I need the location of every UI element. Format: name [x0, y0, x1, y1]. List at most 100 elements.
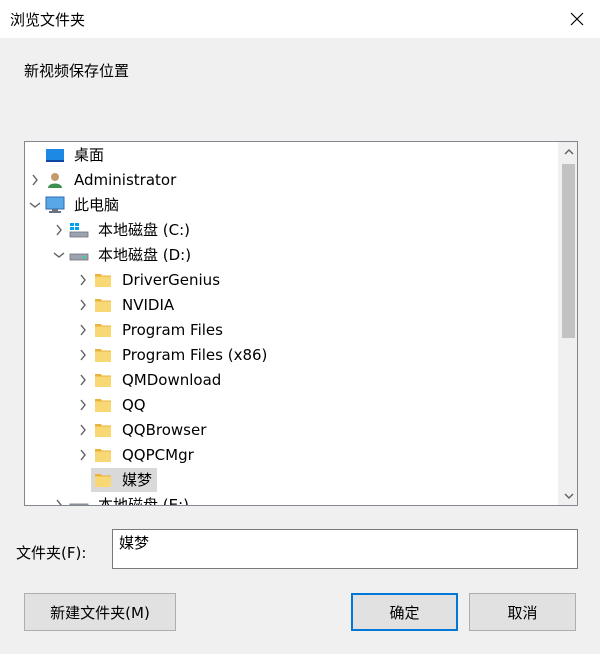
chevron-down-icon	[29, 201, 41, 208]
folder-icon	[93, 396, 113, 414]
tree-item[interactable]: NVIDIA	[25, 292, 558, 317]
tree-item-content: QQBrowser	[91, 418, 211, 442]
tree-item-label: Administrator	[74, 170, 177, 189]
tree-item-label: Program Files (x86)	[122, 345, 268, 364]
chevron-right-icon	[80, 399, 86, 410]
expander-toggle[interactable]	[51, 497, 67, 505]
computer-icon	[45, 196, 65, 214]
chevron-down-icon	[564, 493, 573, 499]
folder-icon	[93, 321, 113, 339]
browse-folder-dialog: 浏览文件夹 新视频保存位置 桌面 Administrator 此电脑本地磁盘 (C:…	[0, 0, 600, 654]
expander-toggle[interactable]	[75, 372, 91, 388]
chevron-right-icon	[80, 449, 86, 460]
expander-toggle[interactable]	[75, 397, 91, 413]
folder-name-input[interactable]: 媒梦	[112, 529, 578, 569]
tree-item-content: QMDownload	[91, 368, 226, 392]
chevron-right-icon	[80, 324, 86, 335]
cancel-button[interactable]: 取消	[469, 593, 576, 631]
tree-item[interactable]: 本地磁盘 (C:)	[25, 217, 558, 242]
folder-icon	[93, 271, 113, 289]
tree-item[interactable]: 此电脑	[25, 192, 558, 217]
chevron-right-icon	[56, 499, 62, 505]
tree-item[interactable]: 本地磁盘 (E:)	[25, 492, 558, 505]
folder-icon	[93, 296, 113, 314]
expander-toggle[interactable]	[75, 297, 91, 313]
ok-button[interactable]: 确定	[351, 593, 458, 631]
title-bar: 浏览文件夹	[0, 0, 600, 38]
tree-item-label: 媒梦	[122, 471, 153, 489]
chevron-right-icon	[32, 174, 38, 185]
tree-item[interactable]: DriverGenius	[25, 267, 558, 292]
expander-toggle[interactable]	[75, 322, 91, 338]
tree-item-label: 本地磁盘 (C:)	[98, 221, 190, 239]
scroll-thumb[interactable]	[562, 164, 575, 338]
expander-toggle[interactable]	[27, 172, 43, 188]
window-title: 浏览文件夹	[10, 11, 86, 29]
folder-icon	[93, 421, 113, 439]
dialog-prompt: 新视频保存位置	[24, 62, 130, 80]
tree-item[interactable]: Program Files	[25, 317, 558, 342]
tree-item-content: 此电脑	[43, 193, 124, 217]
tree-item-content: 桌面	[43, 143, 109, 167]
folder-icon	[93, 371, 113, 389]
tree-item-content: DriverGenius	[91, 268, 225, 292]
tree-item-content: NVIDIA	[91, 293, 179, 317]
tree-item-content: 本地磁盘 (C:)	[67, 218, 195, 242]
scroll-down-button[interactable]	[559, 486, 577, 505]
tree-item[interactable]: Administrator	[25, 167, 558, 192]
close-icon	[570, 12, 584, 26]
tree-item-content: QQPCMgr	[91, 443, 199, 467]
chevron-right-icon	[80, 349, 86, 360]
tree-item[interactable]: Program Files (x86)	[25, 342, 558, 367]
tree-item-content: 媒梦	[91, 467, 158, 492]
folder-icon	[93, 446, 113, 464]
close-button[interactable]	[554, 0, 600, 38]
drive-icon	[69, 246, 89, 264]
expander-toggle[interactable]	[75, 447, 91, 463]
chevron-right-icon	[80, 424, 86, 435]
tree-item-content: 本地磁盘 (E:)	[67, 493, 194, 505]
tree-item[interactable]: QQPCMgr	[25, 442, 558, 467]
chevron-right-icon	[80, 299, 86, 310]
tree-item-label: QQ	[122, 395, 146, 414]
chevron-right-icon	[56, 224, 62, 235]
tree-item-label: QMDownload	[122, 370, 222, 389]
chevron-right-icon	[80, 374, 86, 385]
tree-item-content: Program Files (x86)	[91, 343, 272, 367]
chevron-down-icon	[53, 251, 65, 258]
tree-item-label: QQBrowser	[122, 420, 207, 439]
tree-item[interactable]: 本地磁盘 (D:)	[25, 242, 558, 267]
expander-toggle[interactable]	[75, 272, 91, 288]
desktop-icon	[45, 146, 65, 164]
tree-item[interactable]: 桌面	[25, 142, 558, 167]
tree-item-label: 本地磁盘 (D:)	[98, 246, 192, 264]
folder-field-label: 文件夹(F):	[16, 544, 87, 562]
expander-toggle[interactable]	[51, 222, 67, 238]
chevron-right-icon	[80, 274, 86, 285]
tree-item-label: DriverGenius	[122, 270, 221, 289]
tree-item[interactable]: QMDownload	[25, 367, 558, 392]
folder-tree[interactable]: 桌面 Administrator 此电脑本地磁盘 (C:) 本地磁盘 (D:) Driv…	[24, 141, 578, 506]
tree-item-label: 桌面	[74, 146, 105, 164]
expander-toggle[interactable]	[51, 247, 67, 263]
chevron-up-icon	[564, 148, 573, 154]
folder-icon	[93, 346, 113, 364]
expander-toggle[interactable]	[75, 422, 91, 438]
tree-scrollbar[interactable]	[558, 142, 577, 505]
expander-toggle[interactable]	[27, 197, 43, 213]
tree-item-content: QQ	[91, 393, 151, 417]
tree-item[interactable]: 媒梦	[25, 467, 558, 492]
tree-item[interactable]: QQ	[25, 392, 558, 417]
tree-item-label: QQPCMgr	[122, 445, 194, 464]
tree-item-label: 此电脑	[74, 196, 120, 214]
tree-item[interactable]: QQBrowser	[25, 417, 558, 442]
drive-icon	[69, 496, 89, 505]
system-drive-icon	[69, 221, 89, 239]
tree-item-label: 本地磁盘 (E:)	[98, 496, 190, 505]
user-icon	[45, 171, 65, 189]
scroll-up-button[interactable]	[559, 142, 577, 161]
new-folder-button[interactable]: 新建文件夹(M)	[24, 593, 176, 631]
folder-icon	[93, 471, 113, 489]
expander-toggle[interactable]	[75, 347, 91, 363]
